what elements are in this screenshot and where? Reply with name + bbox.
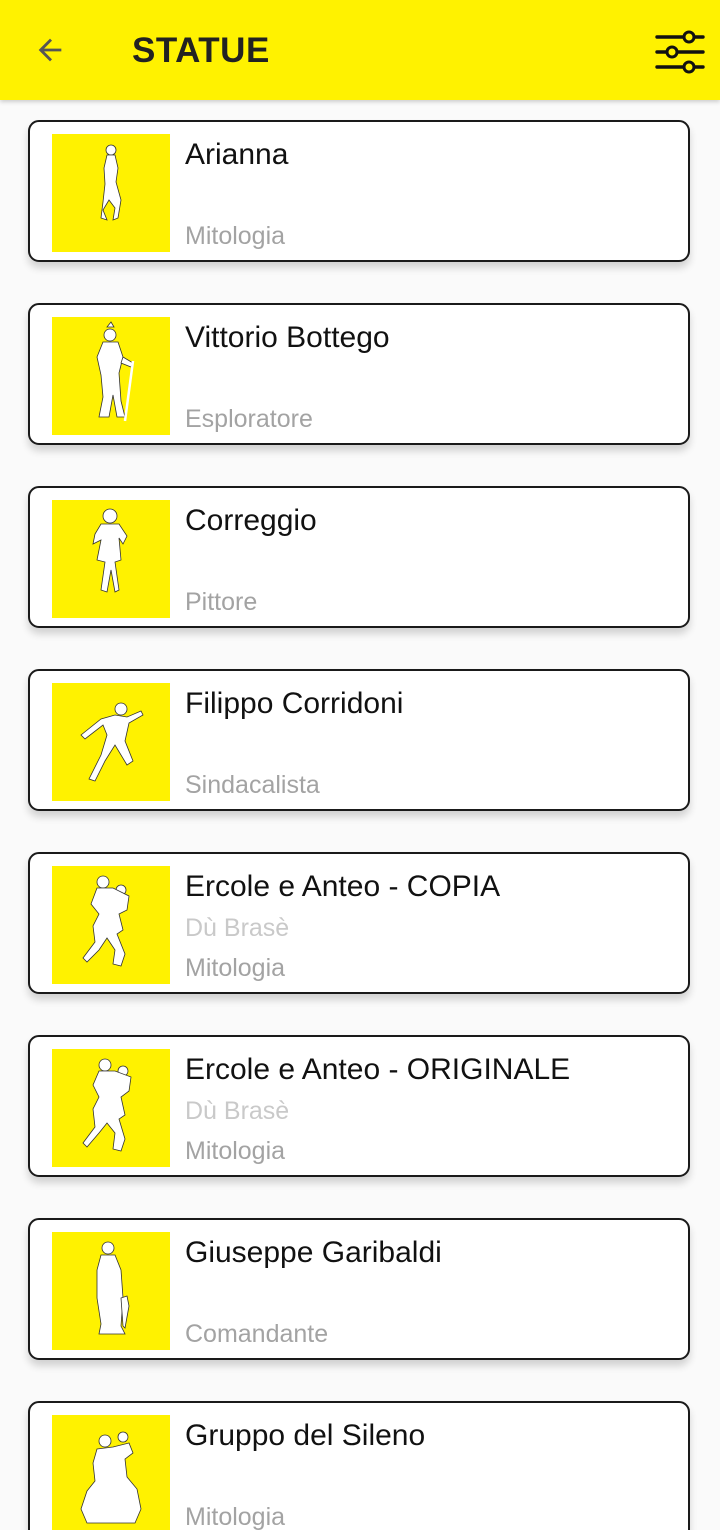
statue-card[interactable]: Filippo Corridoni Sindacalista — [28, 669, 690, 811]
group-figures-silhouette-icon — [80, 1431, 142, 1524]
two-wrestlers-silhouette-icon — [82, 1058, 132, 1152]
statue-thumbnail — [52, 317, 170, 435]
statue-thumbnail — [52, 866, 170, 984]
arrow-back-icon — [38, 38, 62, 62]
app-bar: STATUE — [0, 0, 720, 100]
statue-category: Mitologia — [185, 1137, 286, 1165]
statue-card[interactable]: Correggio Pittore — [28, 486, 690, 628]
statue-category: Pittore — [185, 588, 258, 616]
two-wrestlers-silhouette-icon — [82, 875, 130, 967]
statue-name: Giuseppe Garibaldi — [185, 1236, 442, 1269]
filter-button[interactable] — [648, 22, 712, 82]
statue-thumbnail — [52, 1415, 170, 1530]
statue-list[interactable]: Arianna Mitologia Vittorio Bottego Esplo… — [0, 100, 720, 1530]
statue-card[interactable]: Arianna Mitologia — [28, 120, 690, 262]
statue-card[interactable]: Giuseppe Garibaldi Comandante — [28, 1218, 690, 1360]
statue-name: Vittorio Bottego — [185, 321, 390, 354]
statue-name: Filippo Corridoni — [185, 687, 404, 720]
statue-name: Correggio — [185, 504, 317, 537]
back-button[interactable] — [22, 22, 78, 78]
page-title: STATUE — [132, 31, 270, 70]
statue-thumbnail — [52, 683, 170, 801]
statue-card[interactable]: Ercole e Anteo - COPIA Dù Brasè Mitologi… — [28, 852, 690, 994]
statue-alias: Dù Brasè — [185, 914, 290, 942]
filter-sliders-icon — [655, 30, 705, 74]
explorer-with-staff-silhouette-icon — [96, 321, 135, 422]
statue-thumbnail — [52, 1049, 170, 1167]
running-man-silhouette-icon — [80, 702, 144, 782]
statue-category: Mitologia — [185, 954, 286, 982]
statue-card[interactable]: Ercole e Anteo - ORIGINALE Dù Brasè Mito… — [28, 1035, 690, 1177]
statue-category: Mitologia — [185, 1503, 286, 1530]
statue-category: Comandante — [185, 1320, 329, 1348]
statue-alias: Dù Brasè — [185, 1097, 290, 1125]
statue-name: Gruppo del Sileno — [185, 1419, 426, 1452]
statue-category: Mitologia — [185, 222, 286, 250]
statue-category: Sindacalista — [185, 771, 320, 799]
painter-standing-silhouette-icon — [92, 508, 128, 593]
statue-thumbnail — [52, 500, 170, 618]
statue-name: Ercole e Anteo - ORIGINALE — [185, 1053, 571, 1086]
statue-name: Ercole e Anteo - COPIA — [185, 870, 501, 903]
cloaked-man-silhouette-icon — [96, 1241, 130, 1335]
standing-woman-silhouette-icon — [100, 144, 122, 221]
statue-name: Arianna — [185, 138, 289, 171]
statue-thumbnail — [52, 1232, 170, 1350]
statue-category: Esploratore — [185, 405, 313, 433]
statue-card[interactable]: Vittorio Bottego Esploratore — [28, 303, 690, 445]
statue-card[interactable]: Gruppo del Sileno Mitologia — [28, 1401, 690, 1530]
statue-thumbnail — [52, 134, 170, 252]
